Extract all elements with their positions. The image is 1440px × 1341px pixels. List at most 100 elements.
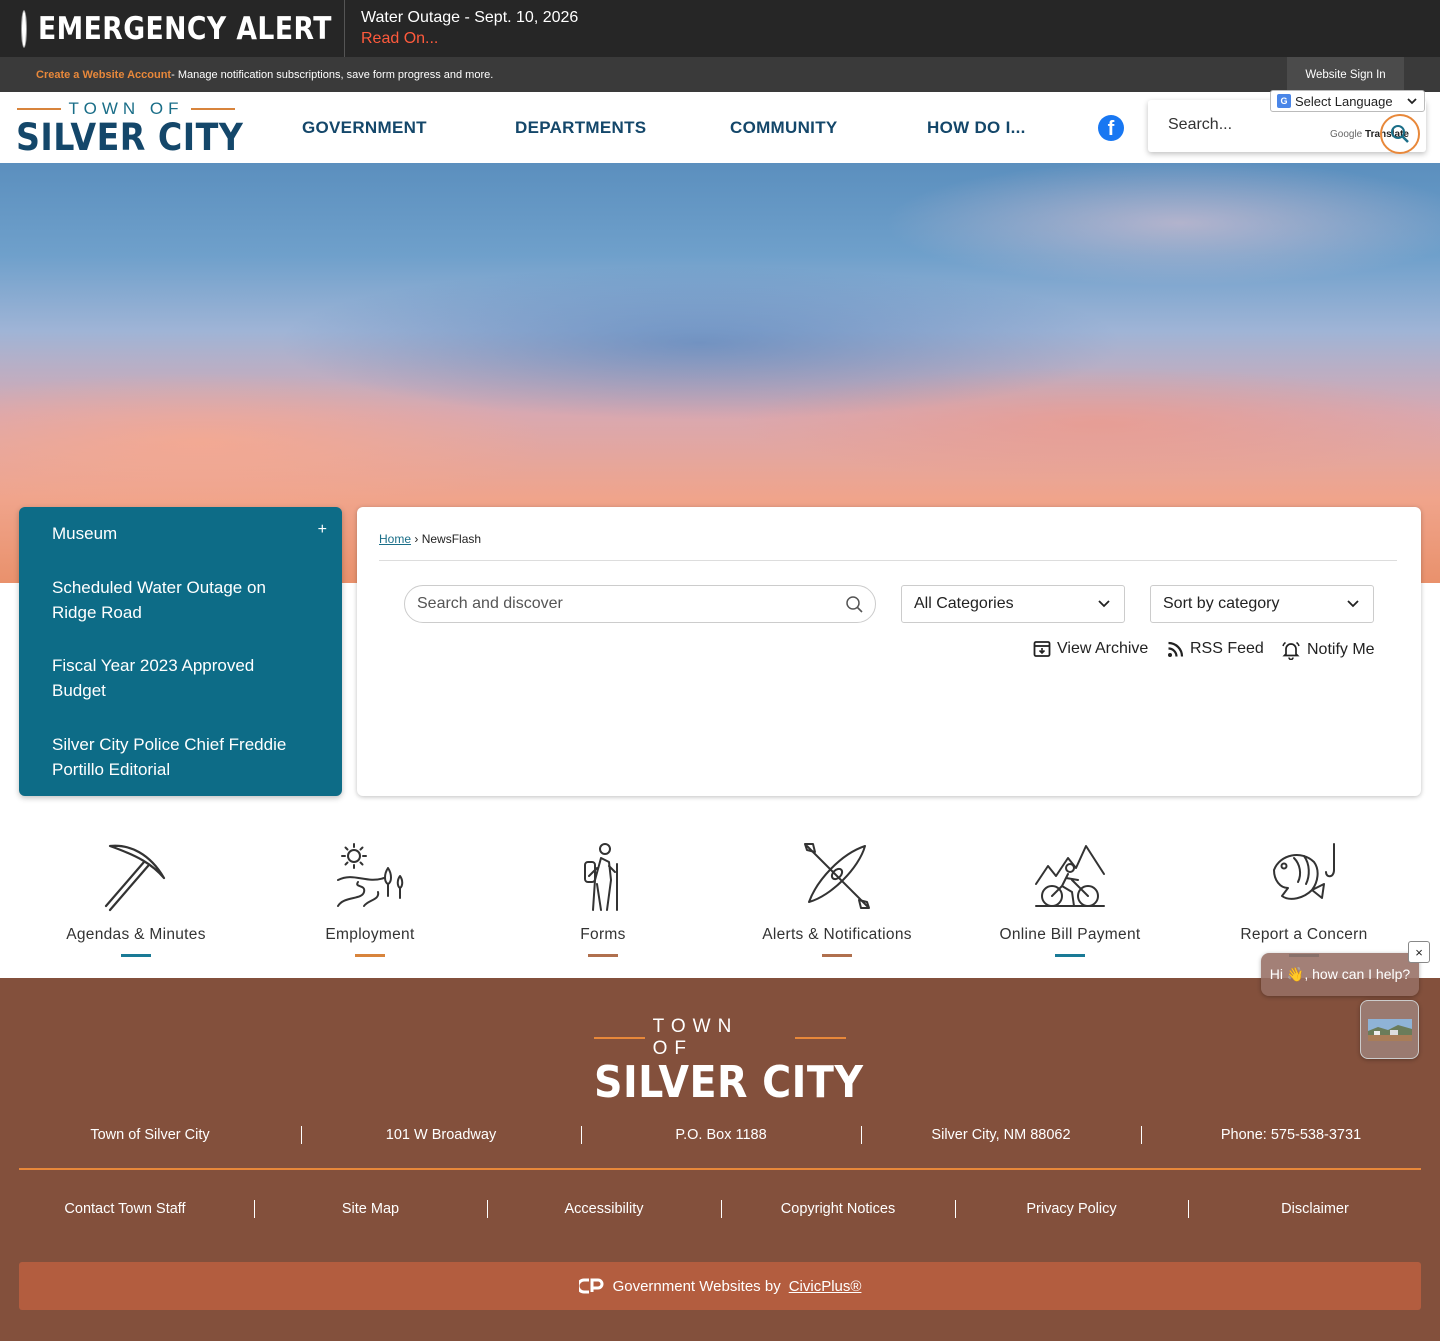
news-search-input[interactable] <box>417 595 817 613</box>
sort-select[interactable]: Sort by category <box>1150 585 1374 623</box>
quick-link-label: Online Bill Payment <box>999 926 1141 943</box>
quick-link-forms[interactable]: Forms <box>486 840 720 957</box>
hiker-icon <box>584 843 618 911</box>
footer-address: 101 W Broadway <box>385 1127 497 1143</box>
rss-icon <box>1168 641 1184 657</box>
site-logo[interactable]: TOWN OF SILVER CITY <box>16 99 244 159</box>
archive-icon <box>1033 641 1051 657</box>
landscape-icon <box>337 843 404 907</box>
quick-link-alerts-notifications[interactable]: Alerts & Notifications <box>720 840 954 957</box>
rss-feed-button[interactable]: RSS Feed <box>1167 640 1264 658</box>
emergency-alert-bar: EMERGENCY ALERT Water Outage - Sept. 10,… <box>0 0 1440 57</box>
quick-link-employment[interactable]: Employment <box>253 840 487 957</box>
footer-link-site-map[interactable]: Site Map <box>254 1200 487 1218</box>
landscape-photo-icon <box>1367 1018 1412 1041</box>
quick-link-report-concern[interactable]: Report a Concern <box>1187 840 1421 957</box>
rss-feed-label: RSS Feed <box>1190 640 1264 657</box>
quick-link-underline <box>121 954 151 957</box>
chevron-down-icon <box>1347 600 1359 608</box>
footer-link-privacy[interactable]: Privacy Policy <box>955 1200 1188 1218</box>
header-search-input[interactable] <box>1168 116 1318 134</box>
quick-link-label: Alerts & Notifications <box>762 926 912 943</box>
footer-logo[interactable]: TOWN OF SILVER CITY <box>594 1016 864 1108</box>
site-header: TOWN OF SILVER CITY GOVERNMENT DEPARTMEN… <box>0 92 1440 163</box>
alert-title: EMERGENCY ALERT <box>38 10 332 47</box>
chat-launcher-avatar[interactable] <box>1360 1000 1419 1059</box>
sort-select-value: Sort by category <box>1163 595 1280 612</box>
footer-link-copyright[interactable]: Copyright Notices <box>721 1200 955 1218</box>
nav-how-do-i[interactable]: HOW DO I... <box>927 92 1026 163</box>
nav-community[interactable]: COMMUNITY <box>730 92 838 163</box>
sidebar-item[interactable]: Scheduled Water Outage on Ridge Road <box>52 575 312 625</box>
logo-silver-city: SILVER CITY <box>16 116 244 159</box>
quick-link-label: Report a Concern <box>1240 926 1368 943</box>
nav-government[interactable]: GOVERNMENT <box>302 92 427 163</box>
close-icon[interactable]: × <box>1408 941 1430 963</box>
civicplus-credit-bar: Government Websites by CivicPlus® <box>19 1262 1421 1310</box>
sidebar-heading[interactable]: Museum <box>52 524 117 544</box>
newsflash-panel: Home › NewsFlash All Categories Sort by … <box>357 507 1421 796</box>
chevron-down-icon <box>1098 600 1110 608</box>
sidebar-menu: Museum + Scheduled Water Outage on Ridge… <box>19 507 342 796</box>
account-description: - Manage notification subscriptions, sav… <box>171 68 494 81</box>
quick-link-underline <box>588 954 618 957</box>
emergency-alert-heading: EMERGENCY ALERT <box>0 0 345 57</box>
header-search-button[interactable] <box>1380 114 1420 154</box>
quick-link-online-bill-payment[interactable]: Online Bill Payment <box>953 840 1187 957</box>
breadcrumb-separator: › <box>414 532 419 546</box>
quick-link-underline <box>822 954 852 957</box>
website-sign-in-button[interactable]: Website Sign In <box>1287 57 1404 92</box>
search-icon[interactable] <box>845 595 865 615</box>
chevron-down-icon <box>1406 98 1417 105</box>
facebook-icon[interactable]: f <box>1098 115 1124 141</box>
footer-link-contact-staff[interactable]: Contact Town Staff <box>0 1200 250 1218</box>
footer-org-name: Town of Silver City <box>90 1127 210 1143</box>
breadcrumb: Home › NewsFlash <box>379 532 481 546</box>
view-archive-label: View Archive <box>1057 640 1149 657</box>
notify-me-button[interactable]: Notify Me <box>1281 640 1375 660</box>
footer-po-box: P.O. Box 1188 <box>675 1127 767 1143</box>
footer-divider <box>19 1168 1421 1170</box>
news-search <box>404 585 876 623</box>
language-select-label: Select Language <box>1295 93 1393 109</box>
account-bar: Create a Website Account - Manage notifi… <box>0 57 1440 92</box>
footer-logo-town-of: TOWN OF <box>652 1016 739 1059</box>
footer-link-accessibility[interactable]: Accessibility <box>487 1200 721 1218</box>
kayak-icon <box>804 843 870 909</box>
categories-select-value: All Categories <box>914 595 1014 612</box>
quick-link-agendas-minutes[interactable]: Agendas & Minutes <box>19 840 253 957</box>
chat-greeting-bubble[interactable]: Hi 👋, how can I help? <box>1261 953 1419 996</box>
create-account-link[interactable]: Create a Website Account <box>36 69 171 81</box>
view-archive-button[interactable]: View Archive <box>1033 640 1148 658</box>
language-select[interactable]: G Select Language <box>1270 90 1425 112</box>
cyclist-icon <box>1035 845 1105 907</box>
site-footer: TOWN OF SILVER CITY Town of Silver City … <box>0 978 1440 1341</box>
notify-me-label: Notify Me <box>1307 641 1375 658</box>
breadcrumb-home[interactable]: Home <box>379 532 411 546</box>
nav-departments[interactable]: DEPARTMENTS <box>515 92 646 163</box>
quick-link-underline <box>355 954 385 957</box>
breadcrumb-current: NewsFlash <box>421 532 482 546</box>
bell-icon <box>1282 641 1300 660</box>
divider <box>379 560 1397 561</box>
google-translate-icon: G <box>1277 94 1291 108</box>
footer-logo-silver-city: SILVER CITY <box>594 1057 864 1108</box>
civicplus-link[interactable]: CivicPlus® <box>789 1278 862 1295</box>
fish-icon <box>1273 843 1335 900</box>
credit-text: Government Websites by <box>612 1277 781 1295</box>
alert-message[interactable]: Water Outage - Sept. 10, 2026 <box>361 8 578 28</box>
pickaxe-icon <box>104 844 166 912</box>
expand-icon[interactable]: + <box>318 521 327 539</box>
footer-city-state: Silver City, NM 88062 <box>931 1127 1071 1143</box>
civicplus-logo-icon <box>578 1278 604 1294</box>
sidebar-item[interactable]: Silver City Police Chief Freddie Portill… <box>52 732 312 782</box>
alert-beacon-icon <box>22 10 26 47</box>
quick-link-underline <box>1055 954 1085 957</box>
alert-read-on-link[interactable]: Read On... <box>361 28 578 50</box>
search-icon <box>1391 125 1409 143</box>
sidebar-item[interactable]: Fiscal Year 2023 Approved Budget <box>52 653 312 703</box>
categories-select[interactable]: All Categories <box>901 585 1125 623</box>
quick-link-label: Agendas & Minutes <box>66 926 206 943</box>
footer-phone[interactable]: Phone: 575-538-3731 <box>1141 1126 1440 1144</box>
footer-link-disclaimer[interactable]: Disclaimer <box>1188 1200 1440 1218</box>
